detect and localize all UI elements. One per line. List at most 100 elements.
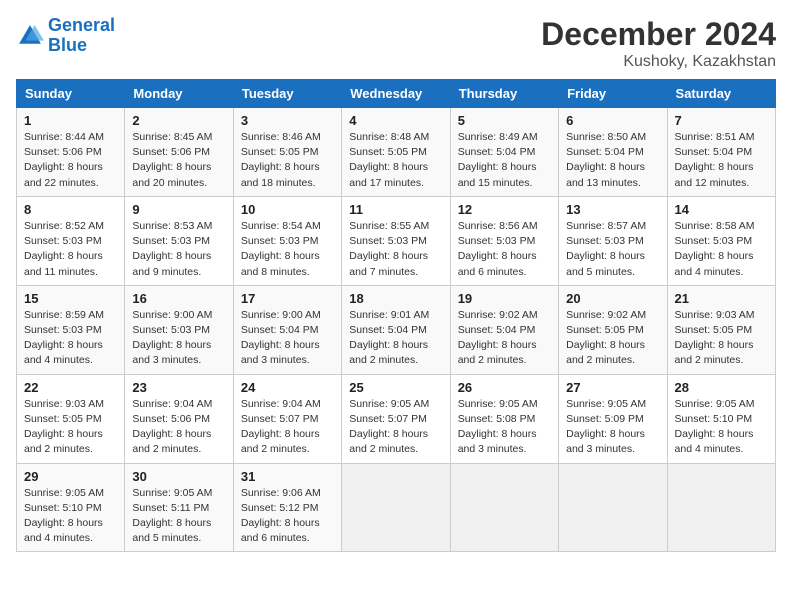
day-number: 25 (349, 380, 442, 395)
day-number: 11 (349, 202, 442, 217)
day-number: 5 (458, 113, 551, 128)
calendar-cell (667, 463, 775, 552)
logo-line1: General (48, 15, 115, 35)
week-row-5: 29 Sunrise: 9:05 AM Sunset: 5:10 PM Dayli… (17, 463, 776, 552)
day-number: 13 (566, 202, 659, 217)
day-number: 19 (458, 291, 551, 306)
calendar-cell: 19 Sunrise: 9:02 AM Sunset: 5:04 PM Dayli… (450, 285, 558, 374)
day-number: 24 (241, 380, 334, 395)
day-info: Sunrise: 9:05 AM Sunset: 5:10 PM Dayligh… (675, 397, 768, 458)
calendar-cell (342, 463, 450, 552)
calendar-cell: 8Sunrise: 8:52 AM Sunset: 5:03 PM Daylig… (17, 196, 125, 285)
header-day-sunday: Sunday (17, 80, 125, 108)
day-info: Sunrise: 9:05 AM Sunset: 5:10 PM Dayligh… (24, 486, 117, 547)
calendar-cell: 1 Sunrise: 8:44 AM Sunset: 5:06 PM Daylig… (17, 108, 125, 197)
calendar-cell (559, 463, 667, 552)
day-number: 16 (132, 291, 225, 306)
month-title: December 2024 (541, 16, 776, 53)
calendar-cell: 24 Sunrise: 9:04 AM Sunset: 5:07 PM Dayli… (233, 374, 341, 463)
calendar-cell: 16 Sunrise: 9:00 AM Sunset: 5:03 PM Dayli… (125, 285, 233, 374)
calendar-cell: 23 Sunrise: 9:04 AM Sunset: 5:06 PM Dayli… (125, 374, 233, 463)
day-info: Sunrise: 9:03 AM Sunset: 5:05 PM Dayligh… (675, 308, 768, 369)
day-number: 27 (566, 380, 659, 395)
day-number: 22 (24, 380, 117, 395)
calendar-cell: 21 Sunrise: 9:03 AM Sunset: 5:05 PM Dayli… (667, 285, 775, 374)
calendar-cell: 17 Sunrise: 9:00 AM Sunset: 5:04 PM Dayli… (233, 285, 341, 374)
day-info: Sunrise: 8:57 AM Sunset: 5:03 PM Dayligh… (566, 219, 659, 280)
day-info: Sunrise: 8:55 AM Sunset: 5:03 PM Dayligh… (349, 219, 442, 280)
calendar-cell: 31Sunrise: 9:06 AM Sunset: 5:12 PM Dayli… (233, 463, 341, 552)
day-info: Sunrise: 9:04 AM Sunset: 5:07 PM Dayligh… (241, 397, 334, 458)
day-info: Sunrise: 8:44 AM Sunset: 5:06 PM Dayligh… (24, 130, 117, 191)
day-info: Sunrise: 8:53 AM Sunset: 5:03 PM Dayligh… (132, 219, 225, 280)
day-number: 9 (132, 202, 225, 217)
day-number: 28 (675, 380, 768, 395)
calendar-body: 1 Sunrise: 8:44 AM Sunset: 5:06 PM Daylig… (17, 108, 776, 552)
calendar-cell: 25Sunrise: 9:05 AM Sunset: 5:07 PM Dayli… (342, 374, 450, 463)
header-day-friday: Friday (559, 80, 667, 108)
calendar-cell: 9 Sunrise: 8:53 AM Sunset: 5:03 PM Daylig… (125, 196, 233, 285)
day-info: Sunrise: 9:00 AM Sunset: 5:03 PM Dayligh… (132, 308, 225, 369)
week-row-1: 1 Sunrise: 8:44 AM Sunset: 5:06 PM Daylig… (17, 108, 776, 197)
day-info: Sunrise: 8:59 AM Sunset: 5:03 PM Dayligh… (24, 308, 117, 369)
day-info: Sunrise: 9:02 AM Sunset: 5:04 PM Dayligh… (458, 308, 551, 369)
calendar-cell: 7Sunrise: 8:51 AM Sunset: 5:04 PM Daylig… (667, 108, 775, 197)
day-info: Sunrise: 8:49 AM Sunset: 5:04 PM Dayligh… (458, 130, 551, 191)
calendar-cell: 22 Sunrise: 9:03 AM Sunset: 5:05 PM Dayli… (17, 374, 125, 463)
calendar-cell: 2 Sunrise: 8:45 AM Sunset: 5:06 PM Daylig… (125, 108, 233, 197)
day-info: Sunrise: 9:03 AM Sunset: 5:05 PM Dayligh… (24, 397, 117, 458)
calendar-cell: 14 Sunrise: 8:58 AM Sunset: 5:03 PM Dayli… (667, 196, 775, 285)
day-number: 23 (132, 380, 225, 395)
header-day-tuesday: Tuesday (233, 80, 341, 108)
page-header: General Blue December 2024 Kushoky, Kaza… (16, 16, 776, 71)
day-number: 6 (566, 113, 659, 128)
calendar-cell: 26Sunrise: 9:05 AM Sunset: 5:08 PM Dayli… (450, 374, 558, 463)
calendar-cell: 29 Sunrise: 9:05 AM Sunset: 5:10 PM Dayli… (17, 463, 125, 552)
calendar-cell: 15 Sunrise: 8:59 AM Sunset: 5:03 PM Dayli… (17, 285, 125, 374)
day-number: 17 (241, 291, 334, 306)
calendar-cell: 27Sunrise: 9:05 AM Sunset: 5:09 PM Dayli… (559, 374, 667, 463)
day-info: Sunrise: 8:45 AM Sunset: 5:06 PM Dayligh… (132, 130, 225, 191)
header-day-thursday: Thursday (450, 80, 558, 108)
calendar-cell: 11 Sunrise: 8:55 AM Sunset: 5:03 PM Dayli… (342, 196, 450, 285)
location: Kushoky, Kazakhstan (541, 53, 776, 71)
day-number: 18 (349, 291, 442, 306)
day-info: Sunrise: 8:50 AM Sunset: 5:04 PM Dayligh… (566, 130, 659, 191)
header-day-monday: Monday (125, 80, 233, 108)
logo-icon (16, 22, 44, 50)
day-info: Sunrise: 9:02 AM Sunset: 5:05 PM Dayligh… (566, 308, 659, 369)
day-info: Sunrise: 8:54 AM Sunset: 5:03 PM Dayligh… (241, 219, 334, 280)
day-info: Sunrise: 8:58 AM Sunset: 5:03 PM Dayligh… (675, 219, 768, 280)
day-info: Sunrise: 8:56 AM Sunset: 5:03 PM Dayligh… (458, 219, 551, 280)
day-number: 15 (24, 291, 117, 306)
day-info: Sunrise: 9:05 AM Sunset: 5:11 PM Dayligh… (132, 486, 225, 547)
day-number: 2 (132, 113, 225, 128)
day-number: 12 (458, 202, 551, 217)
header-row: SundayMondayTuesdayWednesdayThursdayFrid… (17, 80, 776, 108)
day-info: Sunrise: 9:01 AM Sunset: 5:04 PM Dayligh… (349, 308, 442, 369)
title-block: December 2024 Kushoky, Kazakhstan (541, 16, 776, 71)
calendar-cell (450, 463, 558, 552)
day-info: Sunrise: 9:04 AM Sunset: 5:06 PM Dayligh… (132, 397, 225, 458)
day-number: 21 (675, 291, 768, 306)
calendar-cell: 3Sunrise: 8:46 AM Sunset: 5:05 PM Daylig… (233, 108, 341, 197)
day-number: 29 (24, 469, 117, 484)
day-info: Sunrise: 8:51 AM Sunset: 5:04 PM Dayligh… (675, 130, 768, 191)
day-info: Sunrise: 9:00 AM Sunset: 5:04 PM Dayligh… (241, 308, 334, 369)
day-number: 30 (132, 469, 225, 484)
header-day-wednesday: Wednesday (342, 80, 450, 108)
day-number: 14 (675, 202, 768, 217)
calendar-cell: 12 Sunrise: 8:56 AM Sunset: 5:03 PM Dayli… (450, 196, 558, 285)
week-row-2: 8Sunrise: 8:52 AM Sunset: 5:03 PM Daylig… (17, 196, 776, 285)
day-info: Sunrise: 8:52 AM Sunset: 5:03 PM Dayligh… (24, 219, 117, 280)
day-number: 4 (349, 113, 442, 128)
day-number: 1 (24, 113, 117, 128)
calendar-cell: 10 Sunrise: 8:54 AM Sunset: 5:03 PM Dayli… (233, 196, 341, 285)
calendar-cell: 4 Sunrise: 8:48 AM Sunset: 5:05 PM Daylig… (342, 108, 450, 197)
header-day-saturday: Saturday (667, 80, 775, 108)
day-number: 31 (241, 469, 334, 484)
day-number: 26 (458, 380, 551, 395)
day-number: 10 (241, 202, 334, 217)
day-number: 20 (566, 291, 659, 306)
day-info: Sunrise: 8:48 AM Sunset: 5:05 PM Dayligh… (349, 130, 442, 191)
